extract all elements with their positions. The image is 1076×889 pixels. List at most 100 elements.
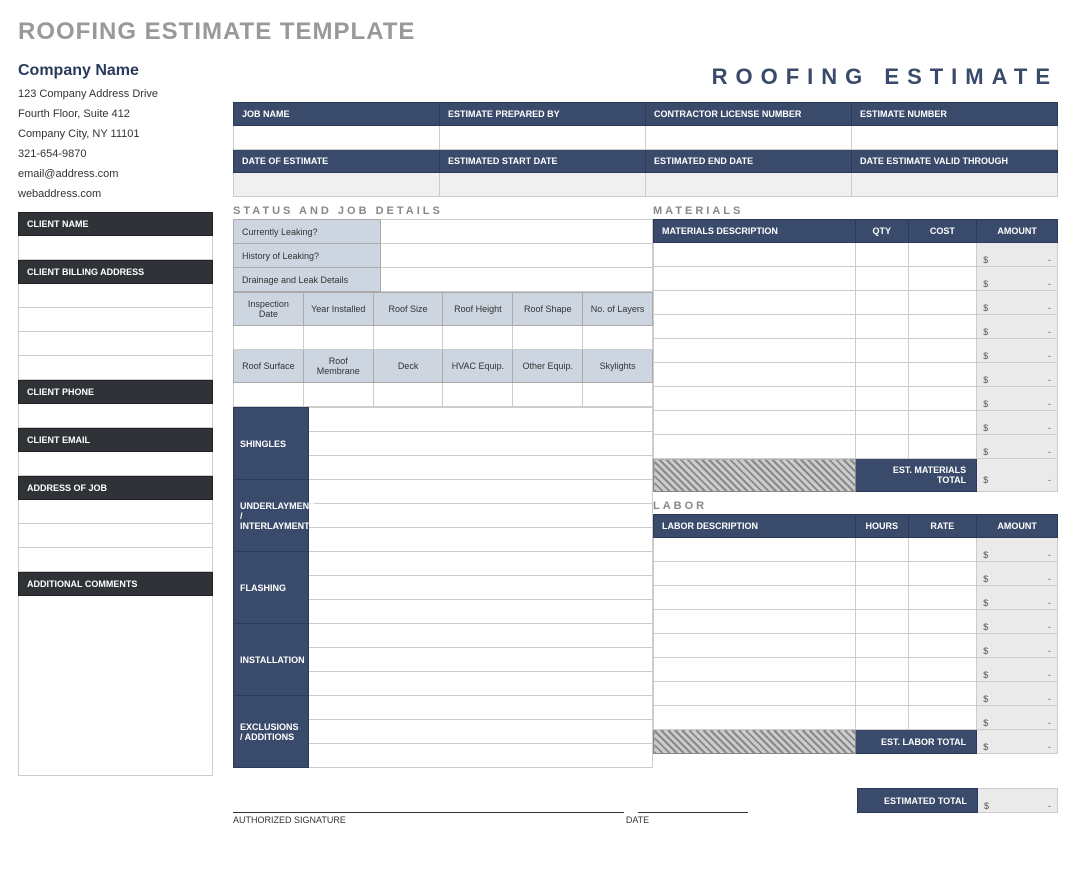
lab-row[interactable] [654, 682, 856, 706]
billing-input-2[interactable] [18, 308, 213, 332]
sec-in[interactable] [309, 624, 653, 648]
lab-row[interactable] [856, 538, 909, 562]
mat-row[interactable] [908, 267, 977, 291]
sec-in[interactable] [309, 720, 653, 744]
mat-row[interactable] [856, 363, 909, 387]
sec-in[interactable] [309, 432, 653, 456]
lab-row[interactable] [908, 634, 977, 658]
mat-row[interactable] [908, 243, 977, 267]
mat-row[interactable] [908, 339, 977, 363]
job-addr-input-1[interactable] [18, 500, 213, 524]
lab-row[interactable] [856, 586, 909, 610]
sec-in[interactable] [309, 408, 653, 432]
start-input[interactable] [440, 173, 646, 197]
lab-row[interactable] [856, 706, 909, 730]
mat-row[interactable] [856, 315, 909, 339]
comments-input[interactable] [18, 596, 213, 776]
date-line[interactable] [638, 812, 748, 813]
mat-row[interactable] [654, 435, 856, 459]
mat-row[interactable] [856, 339, 909, 363]
sec-in[interactable] [309, 576, 653, 600]
mat-row[interactable] [654, 315, 856, 339]
g1-in[interactable] [513, 326, 583, 350]
lab-row[interactable] [908, 658, 977, 682]
sec-in[interactable] [309, 600, 653, 624]
mat-row[interactable] [908, 315, 977, 339]
end-input[interactable] [646, 173, 852, 197]
est-no-input[interactable] [852, 126, 1058, 150]
lab-row[interactable] [856, 658, 909, 682]
job-name-input[interactable] [234, 126, 440, 150]
g2-in[interactable] [583, 383, 653, 407]
lab-row[interactable] [856, 610, 909, 634]
leaking-input[interactable] [380, 220, 652, 244]
sec-in[interactable] [309, 696, 653, 720]
g1-in[interactable] [443, 326, 513, 350]
mat-row[interactable] [856, 291, 909, 315]
job-addr-input-3[interactable] [18, 548, 213, 572]
g2-in[interactable] [234, 383, 304, 407]
mat-row[interactable] [654, 291, 856, 315]
g2-in[interactable] [303, 383, 373, 407]
sec-in[interactable] [309, 552, 653, 576]
sec-in[interactable] [309, 456, 653, 480]
client-phone-input[interactable] [18, 404, 213, 428]
mat-row[interactable] [856, 411, 909, 435]
g2-in[interactable] [373, 383, 443, 407]
mat-row[interactable] [856, 387, 909, 411]
g1-in[interactable] [373, 326, 443, 350]
mat-row[interactable] [856, 267, 909, 291]
valid-input[interactable] [852, 173, 1058, 197]
lab-row[interactable] [654, 706, 856, 730]
mat-row[interactable] [908, 291, 977, 315]
mat-row[interactable] [654, 411, 856, 435]
drainage-input[interactable] [380, 268, 652, 292]
mat-row[interactable] [908, 411, 977, 435]
g1-in[interactable] [583, 326, 653, 350]
mat-row[interactable] [654, 339, 856, 363]
lab-row[interactable] [908, 562, 977, 586]
lab-row[interactable] [908, 586, 977, 610]
billing-input-4[interactable] [18, 356, 213, 380]
license-input[interactable] [646, 126, 852, 150]
sec-in[interactable] [309, 648, 653, 672]
lab-row[interactable] [654, 634, 856, 658]
billing-input-1[interactable] [18, 284, 213, 308]
mat-row[interactable] [654, 363, 856, 387]
g1-in[interactable] [234, 326, 304, 350]
lab-row[interactable] [856, 634, 909, 658]
mat-row[interactable] [908, 387, 977, 411]
sec-in[interactable] [309, 480, 653, 504]
date-est-input[interactable] [234, 173, 440, 197]
job-addr-input-2[interactable] [18, 524, 213, 548]
lab-row[interactable] [856, 682, 909, 706]
lab-row[interactable] [654, 658, 856, 682]
lab-row[interactable] [908, 610, 977, 634]
client-email-input[interactable] [18, 452, 213, 476]
lab-row[interactable] [908, 682, 977, 706]
lab-row[interactable] [654, 562, 856, 586]
lab-row[interactable] [654, 610, 856, 634]
billing-input-3[interactable] [18, 332, 213, 356]
mat-row[interactable] [654, 267, 856, 291]
mat-row[interactable] [856, 435, 909, 459]
mat-row[interactable] [908, 435, 977, 459]
client-name-input[interactable] [18, 236, 213, 260]
sec-in[interactable] [309, 672, 653, 696]
sec-in[interactable] [309, 504, 653, 528]
signature-line[interactable] [233, 788, 624, 813]
g2-in[interactable] [443, 383, 513, 407]
mat-row[interactable] [908, 363, 977, 387]
mat-row[interactable] [654, 387, 856, 411]
sec-in[interactable] [309, 528, 653, 552]
g1-in[interactable] [303, 326, 373, 350]
lab-row[interactable] [654, 586, 856, 610]
lab-row[interactable] [654, 538, 856, 562]
lab-row[interactable] [908, 538, 977, 562]
mat-row[interactable] [654, 243, 856, 267]
lab-row[interactable] [908, 706, 977, 730]
mat-row[interactable] [856, 243, 909, 267]
history-input[interactable] [380, 244, 652, 268]
sec-in[interactable] [309, 744, 653, 768]
g2-in[interactable] [513, 383, 583, 407]
